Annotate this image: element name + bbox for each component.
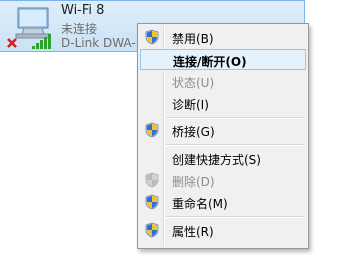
menu-item-label: 重命名(M)	[172, 197, 228, 211]
shield-icon	[145, 29, 159, 45]
disconnected-x-icon	[7, 38, 17, 48]
menu-separator	[166, 216, 304, 218]
shield-icon	[145, 194, 159, 210]
menu-item-label: 删除(D)	[172, 175, 215, 189]
menu-item-disable[interactable]: 禁用(B)	[140, 27, 306, 48]
wireless-adapter-icon	[7, 7, 51, 49]
menu-separator	[166, 117, 304, 119]
menu-item-rename[interactable]: 重命名(M)	[140, 192, 306, 213]
menu-item-create-shortcut[interactable]: 创建快捷方式(S)	[140, 148, 306, 169]
menu-item-status[interactable]: 状态(U)	[140, 71, 306, 92]
menu-item-label: 桥接(G)	[172, 125, 215, 139]
adapter-name: Wi-Fi 8	[61, 3, 105, 18]
menu-item-bridge[interactable]: 桥接(G)	[140, 120, 306, 141]
menu-item-label: 禁用(B)	[172, 32, 214, 46]
menu-item-label: 诊断(I)	[172, 98, 209, 112]
menu-item-label: 状态(U)	[172, 76, 215, 90]
menu-item-label: 属性(R)	[172, 225, 214, 239]
menu-item-properties[interactable]: 属性(R)	[140, 220, 306, 241]
menu-item-label: 创建快捷方式(S)	[172, 153, 261, 167]
shield-icon	[145, 122, 159, 138]
menu-separator	[166, 144, 304, 146]
adapter-device-name: D-Link DWA-1	[61, 36, 144, 50]
menu-item-connect-disconnect[interactable]: 连接/断开(O)	[140, 49, 306, 70]
menu-item-diagnose[interactable]: 诊断(I)	[140, 93, 306, 114]
adapter-status: 未连接	[61, 22, 98, 36]
menu-item-delete[interactable]: 删除(D)	[140, 170, 306, 191]
shield-icon	[145, 172, 159, 188]
context-menu: 禁用(B) 连接/断开(O) 状态(U) 诊断(I) 桥接(G) 创建快捷方式(…	[137, 23, 309, 249]
shield-icon	[145, 222, 159, 238]
menu-item-label: 连接/断开(O)	[173, 55, 247, 69]
